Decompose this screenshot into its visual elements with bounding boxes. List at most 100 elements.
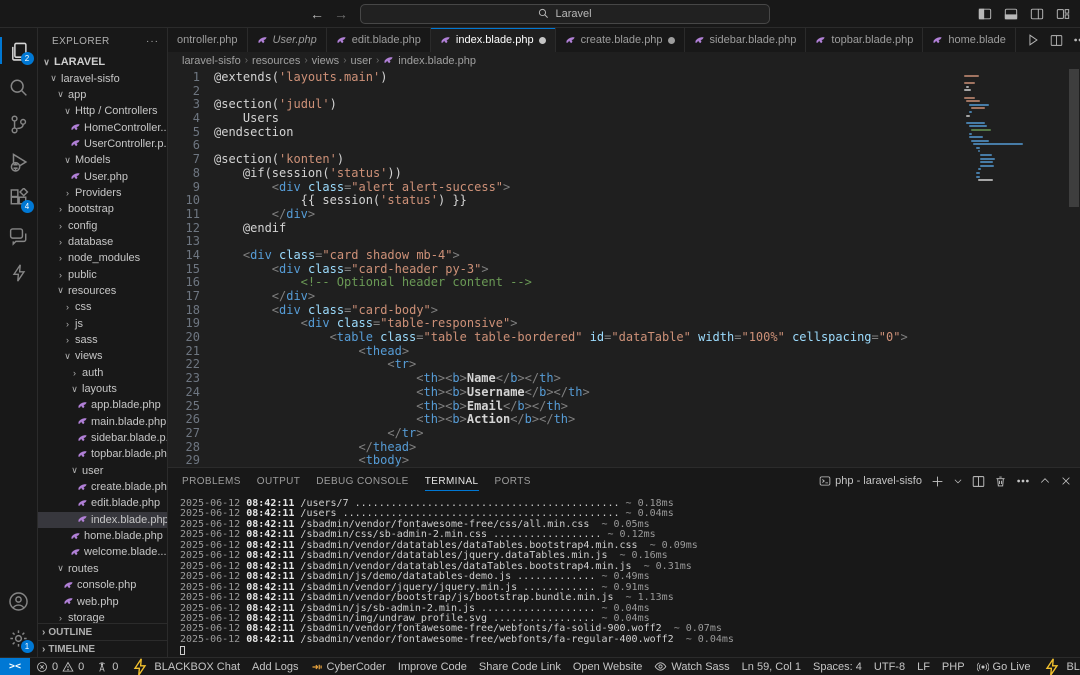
dropdown-icon[interactable] bbox=[953, 476, 963, 486]
status-item-cybercoder[interactable]: CyberCoder bbox=[305, 658, 392, 675]
status-item-go-live[interactable]: Go Live bbox=[971, 658, 1037, 675]
code-line[interactable]: 19<div class="table-responsive"> bbox=[168, 317, 962, 331]
activity-item-extensions[interactable]: 4 bbox=[0, 180, 38, 217]
tree-item-folder[interactable]: ∨Http / Controllers bbox=[38, 103, 167, 119]
activity-item-search[interactable] bbox=[0, 69, 38, 106]
chevron-up-icon[interactable] bbox=[1039, 475, 1051, 487]
more-icon[interactable] bbox=[1073, 33, 1080, 47]
code-line[interactable]: 12@endif bbox=[168, 222, 962, 236]
code-line[interactable]: 16<!-- Optional header content --> bbox=[168, 276, 962, 290]
customize-layout-icon[interactable] bbox=[1056, 7, 1070, 21]
nav-back-icon[interactable]: ← bbox=[310, 6, 324, 22]
code-line[interactable]: 4Users bbox=[168, 112, 962, 126]
editor-tab[interactable]: topbar.blade.php bbox=[806, 28, 923, 52]
tree-item-file[interactable]: app.blade.php bbox=[38, 397, 167, 413]
code-line[interactable]: 11</div> bbox=[168, 208, 962, 222]
activity-item-run-debug[interactable] bbox=[0, 143, 38, 180]
modified-dot-icon[interactable] bbox=[539, 37, 546, 44]
minimap[interactable] bbox=[962, 69, 1068, 467]
status-item-ports[interactable]: 0 bbox=[90, 658, 124, 675]
run-icon[interactable] bbox=[1026, 33, 1040, 47]
status-item-improve-code[interactable]: Improve Code bbox=[392, 658, 473, 675]
code-line[interactable]: 3@section('judul') bbox=[168, 98, 962, 112]
tree-item-file[interactable]: create.blade.php bbox=[38, 479, 167, 495]
code-line[interactable]: 5@endsection bbox=[168, 126, 962, 140]
tree-item-folder[interactable]: ∨views bbox=[38, 348, 167, 364]
panel-tab-debug-console[interactable]: DEBUG CONSOLE bbox=[316, 468, 408, 494]
status-item-language-mode[interactable]: PHP bbox=[936, 658, 971, 675]
breadcrumb-item[interactable]: laravel-sisfo bbox=[182, 55, 241, 67]
tree-item-folder[interactable]: ›public bbox=[38, 266, 167, 282]
status-item-blackbox-chat[interactable]: BLACKBOX Chat bbox=[124, 658, 246, 675]
code-line[interactable]: 25<th><b>Email</b></th> bbox=[168, 400, 962, 414]
tree-item-folder[interactable]: ∨app bbox=[38, 87, 167, 103]
code-line[interactable]: 14<div class="card shadow mb-4"> bbox=[168, 249, 962, 263]
explorer-more-icon[interactable]: ··· bbox=[146, 36, 159, 47]
breadcrumb[interactable]: laravel-sisfo›resources›views›user›index… bbox=[168, 52, 1080, 69]
trash-icon[interactable] bbox=[994, 475, 1007, 488]
status-item-share-code-link[interactable]: Share Code Link bbox=[473, 658, 567, 675]
tree-item-folder[interactable]: ∨laravel-sisfo bbox=[38, 70, 167, 86]
tree-item-folder[interactable]: ›bootstrap bbox=[38, 201, 167, 217]
tree-item-file[interactable]: main.blade.php bbox=[38, 414, 167, 430]
editor-tab[interactable]: home.blade bbox=[923, 28, 1016, 52]
tree-item-file[interactable]: welcome.blade.... bbox=[38, 544, 167, 560]
tree-item-file[interactable]: topbar.blade.php bbox=[38, 446, 167, 462]
tree-item-file[interactable]: home.blade.php bbox=[38, 528, 167, 544]
tree-item-folder[interactable]: ›node_modules bbox=[38, 250, 167, 266]
code-line[interactable]: 28</thead> bbox=[168, 441, 962, 455]
terminal-cursor[interactable] bbox=[180, 646, 185, 655]
breadcrumb-item[interactable]: user bbox=[351, 55, 372, 67]
code-line[interactable]: 29<tbody> bbox=[168, 454, 962, 467]
sidebar-section-timeline[interactable]: ›TIMELINE bbox=[38, 640, 167, 657]
tree-item-file[interactable]: web.php bbox=[38, 593, 167, 609]
editor-scrollbar[interactable] bbox=[1068, 69, 1080, 467]
breadcrumb-item[interactable]: index.blade.php bbox=[398, 55, 476, 67]
tree-item-file[interactable]: index.blade.php bbox=[38, 512, 167, 528]
code-line[interactable]: 2 bbox=[168, 85, 962, 99]
tree-item-folder[interactable]: ∨Models bbox=[38, 152, 167, 168]
status-item-encoding[interactable]: UTF-8 bbox=[868, 658, 911, 675]
code-line[interactable]: 21<thead> bbox=[168, 345, 962, 359]
command-center-search[interactable]: Laravel bbox=[360, 4, 770, 24]
tree-item-folder[interactable]: ›database bbox=[38, 234, 167, 250]
tree-item-folder[interactable]: ›auth bbox=[38, 365, 167, 381]
code-line[interactable]: 15<div class="card-header py-3"> bbox=[168, 263, 962, 277]
breadcrumb-item[interactable]: views bbox=[312, 55, 340, 67]
panel-tab-ports[interactable]: PORTS bbox=[495, 468, 531, 494]
editor-tab[interactable]: edit.blade.php bbox=[327, 28, 431, 52]
editor-tab[interactable]: create.blade.php bbox=[556, 28, 685, 52]
editor-tab[interactable]: sidebar.blade.php bbox=[685, 28, 807, 52]
tree-item-folder[interactable]: ∨resources bbox=[38, 283, 167, 299]
code-line[interactable]: 24<th><b>Username</b></th> bbox=[168, 386, 962, 400]
close-icon[interactable] bbox=[1060, 475, 1072, 487]
status-item-eol[interactable]: LF bbox=[911, 658, 936, 675]
activity-item-source-control[interactable] bbox=[0, 106, 38, 143]
toggle-panel-icon[interactable] bbox=[1004, 7, 1018, 21]
tree-item-file[interactable]: console.php bbox=[38, 577, 167, 593]
tree-item-file[interactable]: User.php bbox=[38, 168, 167, 184]
panel-tab-problems[interactable]: PROBLEMS bbox=[182, 468, 241, 494]
code-line[interactable]: 6 bbox=[168, 139, 962, 153]
tree-item-folder[interactable]: ∨LARAVEL bbox=[38, 54, 167, 70]
tree-item-folder[interactable]: ∨layouts bbox=[38, 381, 167, 397]
split-terminal-icon[interactable] bbox=[972, 475, 985, 488]
status-item-add-logs[interactable]: Add Logs bbox=[246, 658, 304, 675]
tree-item-folder[interactable]: ›js bbox=[38, 316, 167, 332]
activity-item-settings[interactable]: 1 bbox=[0, 620, 38, 657]
terminal-instance-label[interactable]: php - laravel-sisfo bbox=[819, 475, 922, 487]
toggle-secondary-sidebar-icon[interactable] bbox=[1030, 7, 1044, 21]
activity-item-explorer[interactable]: 2 bbox=[0, 32, 38, 69]
sidebar-section-outline[interactable]: ›OUTLINE bbox=[38, 623, 167, 640]
code-line[interactable]: 23<th><b>Name</b></th> bbox=[168, 372, 962, 386]
add-terminal-icon[interactable] bbox=[931, 475, 944, 488]
panel-tab-output[interactable]: OUTPUT bbox=[257, 468, 301, 494]
tree-item-folder[interactable]: ›Providers bbox=[38, 185, 167, 201]
tree-item-folder[interactable]: ›config bbox=[38, 217, 167, 233]
code-line[interactable]: 8@if(session('status')) bbox=[168, 167, 962, 181]
code-line[interactable]: 9<div class="alert alert-success"> bbox=[168, 181, 962, 195]
modified-dot-icon[interactable] bbox=[668, 37, 675, 44]
more-icon[interactable] bbox=[1016, 474, 1030, 488]
status-item-remote[interactable]: >< bbox=[0, 658, 30, 675]
activity-item-blackbox[interactable] bbox=[0, 254, 38, 291]
